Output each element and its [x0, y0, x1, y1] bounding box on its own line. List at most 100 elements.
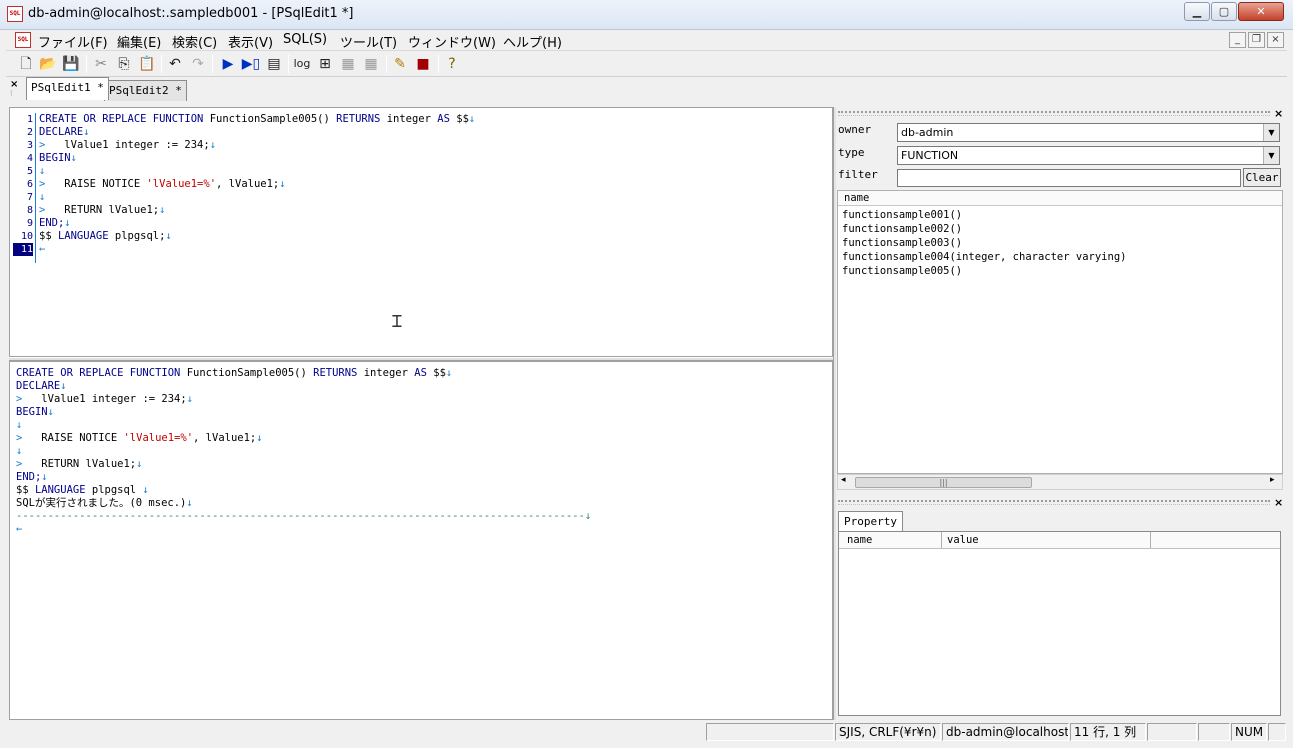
menu-view[interactable]: 表示(V) [228, 32, 273, 51]
code-token: ↓ [159, 204, 166, 216]
code-token: FunctionSample005() [209, 113, 337, 125]
copy-icon[interactable]: ⎘ [114, 54, 134, 74]
toolbar-separator [86, 55, 87, 73]
menu-edit[interactable]: 編集(E) [117, 32, 161, 51]
book-icon[interactable]: ■ [413, 54, 433, 74]
output-pane[interactable]: CREATE OR REPLACE FUNCTION FunctionSampl… [9, 361, 833, 720]
line-number: 1 [26, 114, 33, 125]
editor-line: ↓ [39, 191, 45, 204]
code-token: ↓ [445, 367, 453, 379]
code-token: ↓ [41, 471, 48, 483]
menu-file[interactable]: ファイル(F) [38, 32, 108, 51]
list-item[interactable]: functionsample003() [842, 236, 962, 250]
code-token: ↓ [468, 113, 476, 125]
menu-tools[interactable]: ツール(T) [340, 32, 397, 51]
resize-grip-icon[interactable] [1268, 723, 1286, 741]
list-item[interactable]: functionsample005() [842, 264, 962, 278]
mdi-close-button[interactable]: × [1267, 32, 1284, 48]
mdi-minimize-button[interactable]: _ [1229, 32, 1246, 48]
horizontal-scrollbar[interactable]: ◂ ||| ▸ [837, 474, 1283, 490]
toolbar-separator [212, 55, 213, 73]
clear-button[interactable]: Clear [1243, 168, 1281, 187]
log-button[interactable]: log [292, 54, 312, 74]
minimize-button[interactable]: ▁ [1184, 2, 1210, 21]
close-button[interactable]: ✕ [1238, 2, 1284, 21]
code-token: LANGUAGE [57, 230, 115, 242]
output-line: > lValue1 integer := 234;↓ [16, 393, 193, 406]
grid-icon[interactable]: ⊞ [315, 54, 335, 74]
scroll-right-icon[interactable]: ▸ [1270, 475, 1275, 485]
object-list[interactable]: name functionsample001() functionsample00… [837, 190, 1283, 474]
help-icon[interactable]: ? [442, 54, 462, 74]
owner-select[interactable]: db-admin ▼ [897, 123, 1280, 142]
output-line: ----------------------------------------… [16, 510, 591, 523]
property-panel-close-icon[interactable]: × [1274, 496, 1283, 509]
sql-editor[interactable]: 1 2 3 4 5 6 7 8 9 10 11 CREATE OR REPLACE FUNCTION… [9, 107, 833, 357]
mdi-restore-button[interactable]: ❐ [1248, 32, 1265, 48]
column-divider[interactable] [1150, 532, 1151, 548]
save-icon[interactable]: 💾 [61, 54, 81, 74]
property-col-name: name [847, 534, 873, 546]
tab-psqledit1[interactable]: PSqlEdit1 * [26, 77, 109, 100]
chevron-down-icon[interactable]: ▼ [1263, 147, 1279, 164]
code-token: plpgsql [91, 484, 143, 496]
explain-icon[interactable]: ▤ [264, 54, 284, 74]
maximize-button[interactable]: ▢ [1211, 2, 1237, 21]
chevron-down-icon[interactable]: ▼ [1263, 124, 1279, 141]
cut-icon[interactable]: ✂ [91, 54, 111, 74]
panel-grip[interactable] [838, 111, 1270, 116]
code-token: ← [39, 243, 46, 255]
column-divider[interactable] [941, 532, 942, 548]
code-token: 'lValue1=%' [123, 432, 194, 444]
list-item[interactable]: functionsample002() [842, 222, 962, 236]
tab-psqledit2[interactable]: PSqlEdit2 * [104, 80, 187, 101]
code-token: LANGUAGE [34, 484, 92, 496]
list-item[interactable]: functionsample001() [842, 208, 962, 222]
open-folder-icon[interactable]: 📂 [38, 54, 58, 74]
menu-help[interactable]: ヘルプ(H) [503, 32, 562, 51]
code-token: ↓ [136, 458, 143, 470]
code-token: > [39, 204, 65, 216]
text-cursor-icon: Ꮖ [392, 312, 403, 331]
tab-property[interactable]: Property [838, 511, 903, 532]
scrollbar-thumb[interactable]: ||| [855, 477, 1032, 488]
list-header: name [838, 191, 1282, 206]
filter-input[interactable] [897, 169, 1241, 187]
paste-icon[interactable]: 📋 [137, 54, 157, 74]
pencil-icon[interactable]: ✎ [390, 54, 410, 74]
owner-label: owner [838, 123, 872, 136]
window-title: db-admin@localhost:.sampledb001 - [PSqlE… [28, 6, 354, 21]
object-panel-close-icon[interactable]: × [1274, 107, 1283, 120]
redo-icon[interactable]: ↷ [188, 54, 208, 74]
scroll-left-icon[interactable]: ◂ [841, 475, 846, 485]
run-step-icon[interactable]: ▶▯ [241, 54, 261, 74]
list-item[interactable]: functionsample004(integer, character var… [842, 250, 1126, 264]
code-token: ↓ [16, 445, 23, 457]
code-token: BEGIN [16, 406, 48, 418]
code-token: ↓ [142, 484, 149, 496]
menu-sql[interactable]: SQL(S) [283, 32, 327, 47]
menu-window[interactable]: ウィンドウ(W) [408, 32, 496, 51]
code-token: RETURNS [336, 113, 387, 125]
code-token: SQLが実行されました。(0 msec.) [16, 497, 187, 509]
tab-strip: × ⁝ PSqlEdit1 * PSqlEdit2 * [6, 77, 832, 102]
run-icon[interactable]: ▶ [218, 54, 238, 74]
code-token: RAISE NOTICE [41, 432, 124, 444]
type-select[interactable]: FUNCTION ▼ [897, 146, 1280, 165]
property-grid[interactable]: name value [838, 531, 1281, 716]
code-token: ↓ [186, 497, 193, 509]
pin-icon[interactable]: ⁝ [10, 89, 13, 98]
panel-grip[interactable] [838, 500, 1270, 505]
status-empty [1147, 723, 1197, 741]
editor-line: END;↓ [39, 217, 71, 230]
owner-value: db-admin [901, 126, 954, 139]
editor-line: DECLARE↓ [39, 126, 90, 139]
new-file-icon[interactable]: 🗋 [16, 54, 36, 74]
doc-icon[interactable]: SQL [15, 32, 31, 48]
menu-search[interactable]: 検索(C) [172, 32, 217, 51]
table-icon[interactable]: ▦ [338, 54, 358, 74]
undo-icon[interactable]: ↶ [165, 54, 185, 74]
output-line: ↓ [16, 445, 22, 458]
code-token: 'lValue1=%' [146, 178, 217, 190]
table-edit-icon[interactable]: ▦ [361, 54, 381, 74]
